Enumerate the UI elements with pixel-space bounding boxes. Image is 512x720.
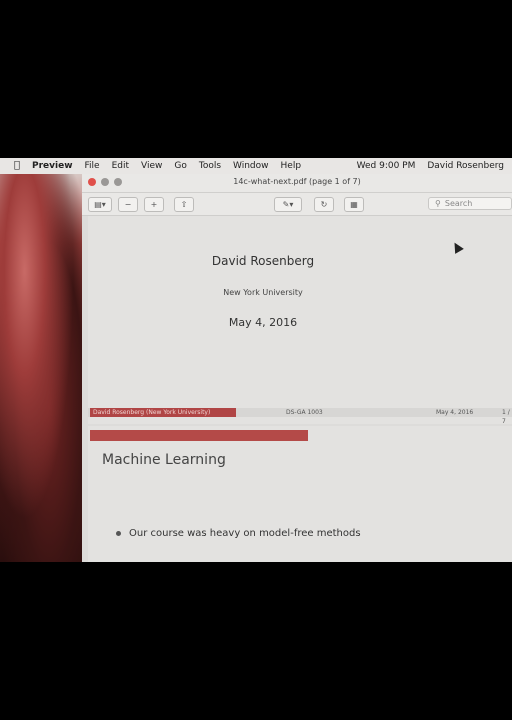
title-bar[interactable]: 14c-what-next.pdf (page 1 of 7) <box>82 174 512 193</box>
menu-user[interactable]: David Rosenberg <box>427 161 504 171</box>
rotate-button[interactable]: ↻ <box>314 197 334 212</box>
zoom-in-button[interactable]: + <box>144 197 164 212</box>
slide-date: May 4, 2016 <box>228 316 298 329</box>
search-placeholder: Search <box>444 199 473 208</box>
menu-extras: Wed 9:00 PM David Rosenberg <box>345 158 504 174</box>
menu-bar:  Preview File Edit View Go Tools Window… <box>0 158 512 174</box>
share-button[interactable]: ⇧ <box>174 197 194 212</box>
document-view[interactable]: David Rosenberg New York University May … <box>82 216 512 562</box>
slide-author: David Rosenberg <box>211 254 315 268</box>
menu-file[interactable]: File <box>85 161 100 171</box>
document-title: 14c-what-next.pdf (page 1 of 7) <box>233 177 361 186</box>
slide-footer: David Rosenberg (New York University) DS… <box>88 408 512 425</box>
slide-progress-bar <box>90 430 308 441</box>
zoom-out-button[interactable]: − <box>118 197 138 212</box>
share-icon: ⇧ <box>180 200 188 209</box>
search-icon: ⚲ <box>435 199 441 208</box>
slide-page-2: Machine Learning Our course was heavy on… <box>88 426 512 562</box>
menu-go[interactable]: Go <box>174 161 186 171</box>
preview-window: 14c-what-next.pdf (page 1 of 7) ▤▾ − + ⇧… <box>82 174 512 562</box>
markup-button[interactable]: ✎▾ <box>274 197 302 212</box>
search-field[interactable]: ⚲ Search <box>428 197 512 210</box>
slide-heading: Machine Learning <box>102 452 226 468</box>
desktop:  Preview File Edit View Go Tools Window… <box>0 158 512 562</box>
footer-date: May 4, 2016 <box>436 409 474 416</box>
menu-tools[interactable]: Tools <box>199 161 221 171</box>
pen-icon: ✎▾ <box>282 200 294 209</box>
toolbar: ▤▾ − + ⇧ ✎▾ ↻ ▦ ⚲ Search <box>82 193 512 216</box>
sidebar-icon: ▤▾ <box>94 200 106 209</box>
toolbox-button[interactable]: ▦ <box>344 197 364 212</box>
zoom-in-icon: + <box>150 200 158 209</box>
zoom-out-icon: − <box>124 200 132 209</box>
slide-institution: New York University <box>223 288 303 297</box>
menu-help[interactable]: Help <box>281 161 302 171</box>
sidebar-toggle-button[interactable]: ▤▾ <box>88 197 112 212</box>
desktop-wallpaper <box>0 174 82 562</box>
menu-view[interactable]: View <box>141 161 162 171</box>
slide-page-1: David Rosenberg New York University May … <box>88 216 512 425</box>
menu-edit[interactable]: Edit <box>112 161 129 171</box>
footer-page: 1 / 7 <box>502 409 510 425</box>
menu-window[interactable]: Window <box>233 161 269 171</box>
footer-course: DS-GA 1003 <box>286 409 323 416</box>
bullet-icon <box>116 531 121 536</box>
bullet-text: Our course was heavy on model-free metho… <box>129 528 361 539</box>
apple-icon[interactable]:  <box>14 161 24 171</box>
footer-author: David Rosenberg (New York University) <box>90 408 236 417</box>
slide-bullet: Our course was heavy on model-free metho… <box>116 528 361 539</box>
menu-clock[interactable]: Wed 9:00 PM <box>357 161 416 171</box>
rotate-icon: ↻ <box>320 200 328 209</box>
toolbox-icon: ▦ <box>350 200 358 209</box>
menu-app-name[interactable]: Preview <box>32 161 73 171</box>
